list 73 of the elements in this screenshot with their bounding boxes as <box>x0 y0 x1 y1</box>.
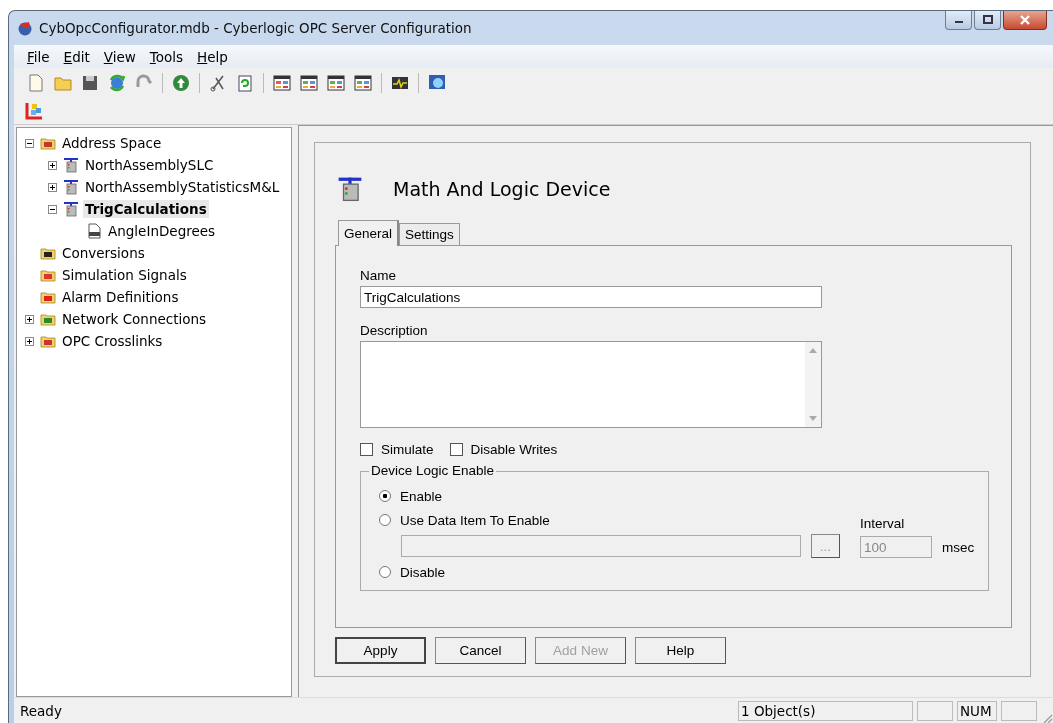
radio-label: Enable <box>400 488 443 504</box>
expander-icon[interactable] <box>47 160 57 170</box>
tree-item[interactable]: Network Connections <box>60 310 209 328</box>
minimize-button[interactable] <box>945 11 972 30</box>
folder-icon <box>40 333 56 349</box>
checkbox-label: Simulate <box>381 442 434 457</box>
close-icon <box>1019 15 1031 25</box>
folder-icon <box>40 245 56 261</box>
device-icon <box>63 201 79 217</box>
refresh-icon[interactable] <box>107 73 127 93</box>
expander-icon[interactable] <box>24 138 34 148</box>
status-pane: NUM <box>957 701 997 721</box>
menu-item[interactable]: Edit <box>56 48 97 65</box>
name-field[interactable]: TrigCalculations <box>360 286 822 308</box>
menu-item[interactable]: View <box>96 48 143 65</box>
device-icon <box>63 179 79 195</box>
save-icon[interactable] <box>80 73 100 93</box>
checkbox-label: Disable Writes <box>470 442 558 457</box>
radio-label: Use Data Item To Enable <box>400 512 550 528</box>
unit-label: msec <box>942 539 975 555</box>
app-icon <box>17 20 33 36</box>
tag-icon <box>86 223 102 239</box>
resize-grip-icon <box>1041 712 1053 723</box>
status-message: Ready <box>19 703 63 719</box>
status-pane <box>1001 701 1037 721</box>
dialog-button[interactable]: Help <box>635 637 726 664</box>
field-label: Interval <box>860 516 906 531</box>
data-item-field[interactable] <box>401 535 801 557</box>
expander-icon[interactable] <box>47 182 57 192</box>
up-icon[interactable] <box>171 73 191 93</box>
folder-icon <box>40 311 56 327</box>
checkbox[interactable] <box>360 443 373 456</box>
tab[interactable]: Settings <box>399 223 460 245</box>
close-button[interactable] <box>1003 11 1047 30</box>
tree-item[interactable]: AngleInDegrees <box>106 222 218 240</box>
menu-item[interactable]: Help <box>190 48 235 65</box>
group-title: Device Logic Enable <box>369 463 497 478</box>
tree-item[interactable]: Alarm Definitions <box>60 288 181 306</box>
tree-item[interactable]: Simulation Signals <box>60 266 189 284</box>
radio-label: Disable <box>400 564 446 580</box>
checkbox[interactable] <box>449 443 463 456</box>
radio-button[interactable] <box>379 566 391 578</box>
radio-button[interactable] <box>379 490 391 502</box>
radio-button[interactable] <box>379 514 391 526</box>
field-label: Description <box>360 323 429 338</box>
menu-item[interactable]: Tools <box>142 48 191 65</box>
menu-item[interactable]: File <box>20 48 57 65</box>
dialog-button[interactable]: Apply <box>335 637 426 664</box>
tree-item[interactable]: Conversions <box>60 244 147 262</box>
window-title: CybOpcConfigurator.mdb - Cyberlogic OPC Server Configuration <box>39 20 472 36</box>
tree-item[interactable]: Address Space <box>60 134 164 152</box>
expander-icon[interactable] <box>47 204 57 214</box>
dialog-button[interactable]: Cancel <box>435 637 526 664</box>
field-label: Name <box>360 268 397 283</box>
device-icon <box>63 157 79 173</box>
tree-item[interactable]: NorthAssemblyStatisticsM&L <box>83 178 282 196</box>
tab[interactable]: General <box>338 220 400 246</box>
folder-icon <box>40 289 56 305</box>
paste-icon[interactable] <box>235 73 255 93</box>
expander-icon[interactable] <box>24 336 34 346</box>
tree-item[interactable]: TrigCalculations <box>83 200 209 218</box>
maximize-icon <box>981 15 994 25</box>
maximize-button[interactable] <box>974 11 1001 30</box>
description-field[interactable] <box>360 341 822 428</box>
status-pane: 1 Object(s) <box>738 701 913 721</box>
tree-item[interactable]: NorthAssemblySLC <box>83 156 216 174</box>
editor-title: Math And Logic Device <box>393 178 611 200</box>
folder-icon <box>40 135 56 151</box>
tree-item[interactable]: OPC Crosslinks <box>60 332 165 350</box>
chart-icon[interactable] <box>24 101 44 121</box>
status-pane <box>917 701 953 721</box>
expander-icon[interactable] <box>24 314 34 324</box>
folder-icon <box>40 267 56 283</box>
